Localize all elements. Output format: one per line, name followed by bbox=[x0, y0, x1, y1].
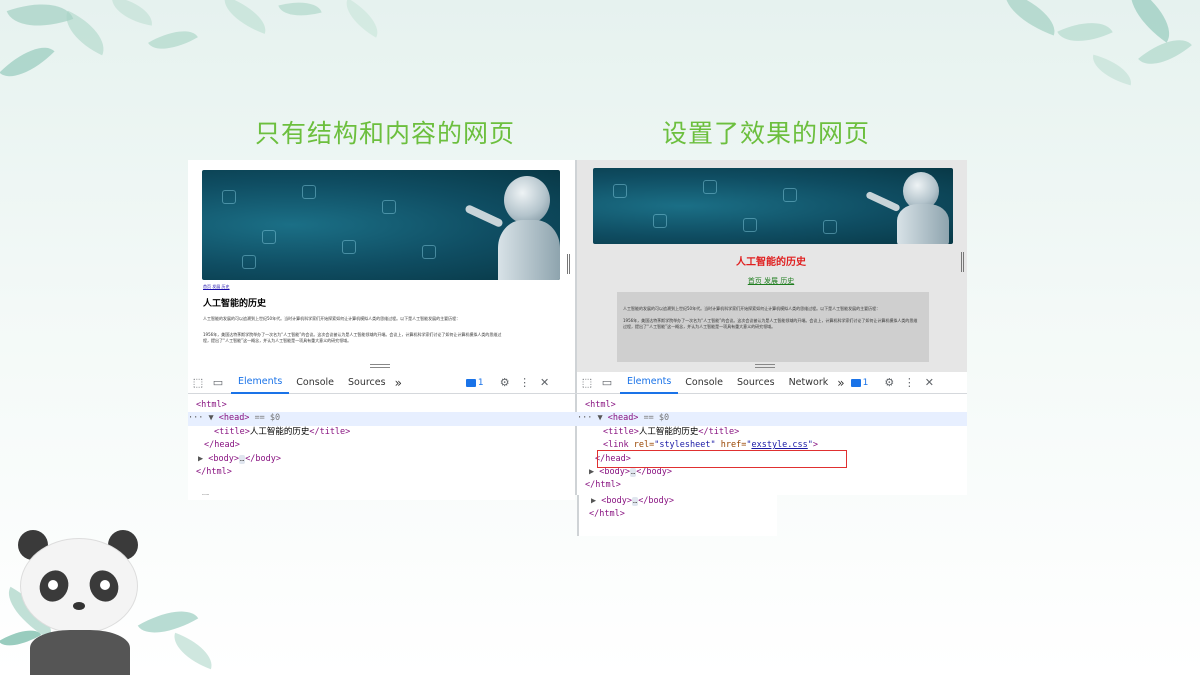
right-page-title: 人工智能的历史 bbox=[736, 257, 806, 268]
more-tabs-icon[interactable]: » bbox=[393, 372, 404, 394]
heading-right: 设置了效果的网页 bbox=[662, 119, 871, 148]
stylesheet-href-link[interactable]: exstyle.css bbox=[751, 440, 807, 450]
issues-badge[interactable]: 1 bbox=[465, 377, 484, 388]
left-devtools-toolbar: ⬚ ▭ Elements Console Sources » 1 ⚙ ⋮ ✕ bbox=[188, 372, 575, 394]
dom-line-html-close[interactable]: </html> bbox=[575, 479, 967, 492]
more-tabs-icon[interactable]: » bbox=[835, 372, 846, 394]
right-paragraph-1: 人工智能的发展的可以追溯到上世纪50年代。当时计算机科学家们开始探索如何让计算机… bbox=[623, 306, 881, 311]
dom-line-title[interactable]: <title>人工智能的历史</title> bbox=[575, 426, 967, 439]
message-icon bbox=[465, 378, 476, 387]
left-vertical-splitter[interactable] bbox=[567, 254, 570, 274]
tab-sources[interactable]: Sources bbox=[341, 372, 393, 394]
tab-sources[interactable]: Sources bbox=[730, 372, 782, 394]
dom-line-head-close[interactable]: </head> bbox=[188, 439, 575, 452]
dom-line-trail: …… bbox=[202, 490, 210, 498]
right-banner-image bbox=[593, 168, 953, 244]
left-page-title: 人工智能的历史 bbox=[203, 299, 267, 309]
right-duplicate-tail: ▶ <body>…</body> </html> bbox=[577, 495, 777, 536]
inspect-icon[interactable]: ⬚ bbox=[191, 376, 205, 390]
right-screenshot: 人工智能的历史 首页 发展 历史 人工智能的发展的可以追溯到上世纪50年代。当时… bbox=[575, 160, 967, 536]
dup-line-html-close: </html> bbox=[589, 509, 625, 520]
right-nav-links[interactable]: 首页 发展 历史 bbox=[575, 276, 967, 286]
close-icon[interactable]: ✕ bbox=[922, 376, 936, 390]
link-highlight-box bbox=[597, 450, 847, 468]
dom-line-head[interactable]: ··· ▼ <head> == $0 bbox=[575, 412, 967, 426]
dom-line-html-close[interactable]: </html> bbox=[188, 466, 575, 479]
gear-icon[interactable]: ⚙ bbox=[882, 376, 896, 390]
left-banner-image bbox=[202, 170, 560, 280]
right-horizontal-grip[interactable] bbox=[755, 364, 775, 368]
issues-count: 1 bbox=[477, 377, 484, 388]
left-screenshot: 首页 发展 历史 人工智能的历史 人工智能的发展的可以追溯到上世纪50年代。当时… bbox=[188, 160, 575, 500]
right-content-box: 人工智能的发展的可以追溯到上世纪50年代。当时计算机科学家们开始探索如何让计算机… bbox=[617, 292, 929, 362]
close-icon[interactable]: ✕ bbox=[538, 376, 552, 390]
tab-console[interactable]: Console bbox=[678, 372, 730, 394]
dom-line-body[interactable]: ▶ <body>…</body> bbox=[188, 453, 575, 466]
heading-left: 只有结构和内容的网页 bbox=[255, 119, 516, 148]
left-paragraph-2: 1956年，美国达特茅斯学院举办了一次名为“人工智能”的会议。这次会议被认为是人… bbox=[203, 332, 502, 343]
dom-line-html[interactable]: <html> bbox=[575, 399, 967, 412]
left-page-viewport: 首页 发展 历史 人工智能的历史 人工智能的发展的可以追溯到上世纪50年代。当时… bbox=[188, 160, 575, 372]
panda-illustration bbox=[0, 530, 150, 675]
right-devtools: ⬚ ▭ Elements Console Sources Network » 1… bbox=[575, 372, 967, 495]
issues-badge[interactable]: 1 bbox=[850, 377, 869, 388]
tab-elements[interactable]: Elements bbox=[620, 372, 679, 394]
kebab-menu-icon[interactable]: ⋮ bbox=[518, 376, 532, 390]
left-nav-links[interactable]: 首页 发展 历史 bbox=[203, 284, 230, 290]
dom-line-title[interactable]: <title>人工智能的历史</title> bbox=[188, 426, 575, 439]
gear-icon[interactable]: ⚙ bbox=[498, 376, 512, 390]
left-paragraph-1: 人工智能的发展的可以追溯到上世纪50年代。当时计算机科学家们开始探索如何让计算机… bbox=[203, 316, 461, 321]
left-horizontal-grip[interactable] bbox=[370, 364, 390, 368]
issues-count: 1 bbox=[862, 377, 869, 388]
right-elements-tree: <html> ··· ▼ <head> == $0 <title>人工智能的历史… bbox=[575, 394, 967, 493]
right-vertical-splitter[interactable] bbox=[961, 252, 964, 272]
right-paragraph-2: 1956年，美国达特茅斯学院举办了一次名为“人工智能”的会议。这次会议被认为是人… bbox=[623, 318, 918, 329]
device-toolbar-icon[interactable]: ▭ bbox=[211, 376, 225, 390]
right-page-viewport: 人工智能的历史 首页 发展 历史 人工智能的发展的可以追溯到上世纪50年代。当时… bbox=[575, 160, 967, 372]
tab-console[interactable]: Console bbox=[289, 372, 341, 394]
right-devtools-toolbar: ⬚ ▭ Elements Console Sources Network » 1… bbox=[575, 372, 967, 394]
tab-elements[interactable]: Elements bbox=[231, 372, 290, 394]
left-elements-tree: <html> ··· ▼ <head> == $0 <title>人工智能的历史… bbox=[188, 394, 575, 500]
dup-line-body: ▶ <body>…</body> bbox=[591, 496, 675, 506]
message-icon bbox=[850, 378, 861, 387]
left-devtools: ⬚ ▭ Elements Console Sources » 1 ⚙ ⋮ ✕ <… bbox=[188, 372, 575, 500]
inspect-icon[interactable]: ⬚ bbox=[580, 376, 594, 390]
tab-network[interactable]: Network bbox=[782, 372, 836, 394]
kebab-menu-icon[interactable]: ⋮ bbox=[902, 376, 916, 390]
dom-line-html[interactable]: <html> bbox=[188, 399, 575, 412]
device-toolbar-icon[interactable]: ▭ bbox=[600, 376, 614, 390]
dom-line-head[interactable]: ··· ▼ <head> == $0 bbox=[188, 412, 575, 426]
